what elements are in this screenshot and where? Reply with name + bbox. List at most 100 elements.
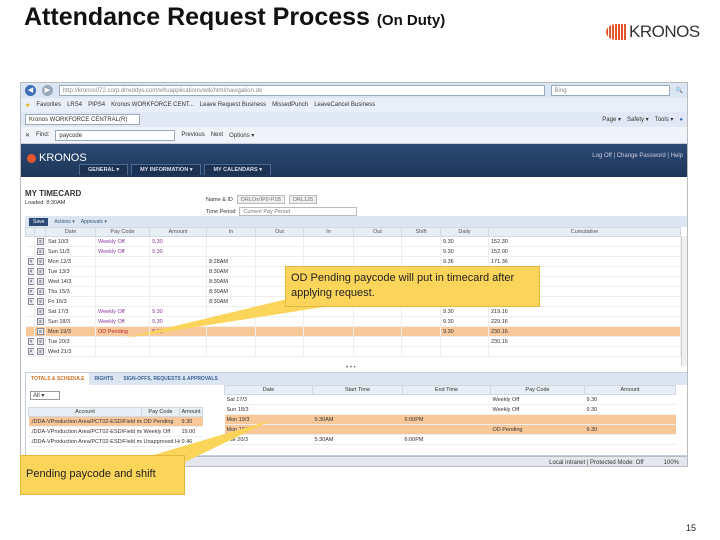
paycode-cell[interactable] [95,336,150,347]
out-cell[interactable] [255,326,304,337]
save-button[interactable]: Save [29,217,49,226]
time-period-select[interactable]: Current Pay Period [239,207,358,216]
table-row[interactable]: Sat 17/3 Weekly Off 9.30 [224,394,676,405]
in-cell[interactable] [206,236,256,247]
table-row[interactable]: Mon 19/3 5:30AM 6:00PM [224,414,676,425]
find-input[interactable]: paycode [55,129,176,141]
amount-cell[interactable] [149,296,207,307]
back-icon[interactable]: ◀ [25,85,36,96]
in-cell[interactable] [303,236,354,247]
in-cell[interactable] [206,306,256,317]
zoom-level[interactable]: 100% [664,460,679,466]
date-cell[interactable]: Mon 19/3 [45,326,96,337]
favorite-link[interactable]: PIPS4 [88,102,105,108]
in-cell[interactable] [303,256,354,267]
amount-cell[interactable]: 9.30 [149,236,207,247]
favorite-link[interactable]: LeaveCancel Business [314,102,375,108]
tab-totals-schedule[interactable]: TOTALS & SCHEDULE [26,373,90,385]
approvals-menu[interactable]: Approvals ▾ [81,219,107,225]
tools-menu[interactable]: Tools ▾ [655,116,674,123]
help-icon[interactable]: ● [679,117,683,123]
browser-tab[interactable]: Kronos WORKFORCE CENTRAL(R) [25,114,140,125]
safety-menu[interactable]: Safety ▾ [627,116,649,123]
date-cell[interactable]: Tue 20/3 [45,336,96,347]
amount-cell[interactable] [149,266,207,277]
paycode-cell[interactable] [95,276,150,287]
in-cell[interactable] [206,316,256,327]
amount-cell[interactable]: 9.30 [149,326,207,337]
date-cell[interactable]: Fri 16/3 [45,296,96,307]
in-cell[interactable] [206,336,256,347]
table-row[interactable]: ./DDA-VProduction Area/PCT02-ESD/Field m… [28,426,203,437]
delete-icon[interactable]: × [27,298,34,305]
table-row[interactable]: ≡ Sat 17/3 Weekly Off 9.30 9.30 219.16 [25,306,681,317]
table-row[interactable]: Tue 20/3 5:30AM 6:00PM [224,434,676,445]
find-previous-button[interactable]: Previous [181,132,204,138]
tab-signoffs-requests[interactable]: SIGN-OFFS, REQUESTS & APPROVALS [118,373,222,385]
search-input[interactable]: Bing [550,85,670,96]
table-row[interactable]: ./DDA-VProduction Area/PCT02-ESD/Field m… [28,416,203,427]
url-input[interactable]: http://kronos072.corp.drreddys.com/wfc/a… [58,85,545,96]
table-row[interactable]: ≡ Mon 19/3 OD Pending 9.30 9.30 230.16 [25,326,681,337]
find-next-button[interactable]: Next [211,132,223,138]
out-cell[interactable] [353,346,402,357]
date-cell[interactable]: Mon 12/3 [45,256,96,267]
table-row[interactable]: Sun 18/3 Weekly Off 9.30 [224,404,676,415]
amount-cell[interactable]: 9.30 [149,246,207,257]
in-cell[interactable] [303,346,354,357]
delete-icon[interactable]: × [27,338,34,345]
table-row[interactable]: Mon 19/3 OD Pending 9.30 [224,424,676,435]
out-cell[interactable] [353,336,402,347]
favorite-link[interactable]: Kronos WORKFORCE CENT... [111,102,194,108]
amount-cell[interactable] [149,276,207,287]
paycode-cell[interactable]: Weekly Off [95,316,150,327]
nav-my-information[interactable]: MY INFORMATION ▾ [131,164,202,175]
favorites-button[interactable]: Favorites [36,102,61,108]
table-row[interactable]: ≡ Sun 18/3 Weekly Off 9.30 9.30 229.16 [25,316,681,327]
table-row[interactable]: ≡ Sat 10/3 Weekly Off 9.30 9.30 152.30 [25,236,681,247]
out-cell[interactable] [353,236,402,247]
in-cell[interactable] [206,326,256,337]
in-cell[interactable]: 8:28AM [206,256,256,267]
out-cell[interactable] [353,246,402,257]
out-cell[interactable] [255,306,304,317]
nav-general[interactable]: GENERAL ▾ [79,164,129,175]
in-cell[interactable] [303,336,354,347]
out-cell[interactable] [353,256,402,267]
in-cell[interactable]: 8:30AM [206,276,256,287]
delete-icon[interactable]: × [27,288,34,295]
delete-icon[interactable]: × [27,268,34,275]
in-cell[interactable] [206,246,256,257]
out-cell[interactable] [255,246,304,257]
tab-rights[interactable]: RIGHTS [89,373,118,385]
comment-icon[interactable]: ≡ [37,258,44,265]
amount-cell[interactable] [149,286,207,297]
date-cell[interactable]: Sat 10/3 [45,236,96,247]
in-cell[interactable] [303,316,354,327]
favorite-link[interactable]: Leave Request Business [200,102,266,108]
paycode-cell[interactable]: Weekly Off [95,236,150,247]
totals-filter-select[interactable]: All ▾ [30,391,60,400]
delete-icon[interactable]: × [27,348,34,355]
close-icon[interactable]: ✕ [25,132,30,139]
favorite-link[interactable]: LRS4 [67,102,82,108]
amount-cell[interactable] [149,256,207,267]
account-links[interactable]: Log Off | Change Password | Help [592,153,683,159]
amount-cell[interactable] [149,346,207,357]
table-row[interactable]: × ≡ Mon 12/3 8:28AM 9.36 171.36 [25,256,681,267]
out-cell[interactable] [255,236,304,247]
in-cell[interactable] [303,326,354,337]
delete-icon[interactable]: × [27,258,34,265]
date-cell[interactable]: Wed 14/3 [45,276,96,287]
paycode-cell[interactable] [95,286,150,297]
comment-icon[interactable]: ≡ [37,248,44,255]
date-cell[interactable]: Sat 17/3 [45,306,96,317]
favorite-link[interactable]: MissedPunch [272,102,308,108]
paycode-cell[interactable] [95,346,150,357]
out-cell[interactable] [255,336,304,347]
paycode-cell[interactable] [95,266,150,277]
table-row[interactable]: × ≡ Wed 21/3 [25,346,681,357]
comment-icon[interactable]: ≡ [37,318,44,325]
date-cell[interactable]: Sun 11/3 [45,246,96,257]
name-field[interactable]: DRLOx/IP0-P1B [236,195,285,204]
